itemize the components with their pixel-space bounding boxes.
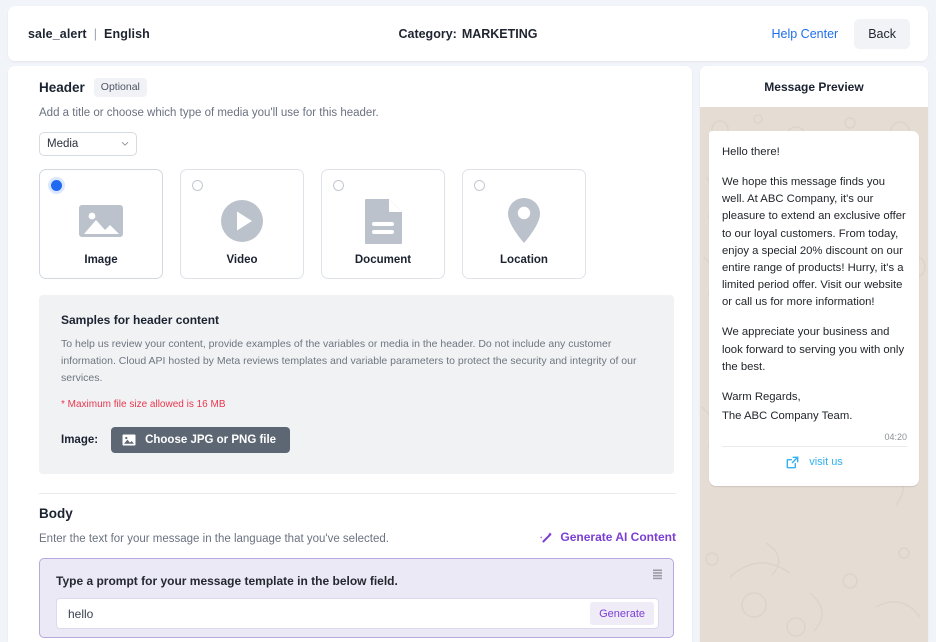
- media-option-image-label: Image: [84, 254, 118, 266]
- preview-signoff-line-1: Warm Regards,: [722, 390, 801, 403]
- media-option-video[interactable]: Video: [180, 169, 304, 279]
- chevron-down-icon: [121, 141, 129, 146]
- template-form-card: Header Optional Add a title or choose wh…: [8, 66, 692, 642]
- generate-button[interactable]: Generate: [590, 602, 654, 625]
- samples-file-label: Image:: [61, 434, 99, 446]
- preview-paragraph-greeting: Hello there!: [722, 146, 780, 158]
- category-value: MARKETING: [461, 26, 538, 41]
- header-type-select[interactable]: Media: [39, 132, 137, 156]
- category-label: Category:: [398, 26, 457, 41]
- media-option-document[interactable]: Document: [321, 169, 445, 279]
- preview-cta-visit-us[interactable]: visit us: [722, 448, 907, 476]
- media-option-location-label: Location: [500, 254, 548, 266]
- header-section-description: Add a title or choose which type of medi…: [39, 107, 379, 119]
- message-preview-title: Message Preview: [764, 79, 864, 94]
- preview-paragraph-offer: We hope this message finds you well. At …: [722, 176, 906, 309]
- header-section-heading: Header Optional: [39, 78, 677, 97]
- app-top-bar: sale_alert | English Category: MARKETING…: [8, 6, 928, 61]
- message-preview-card: Message Preview Hello there! We hope thi…: [700, 66, 928, 642]
- media-option-document-label: Document: [354, 254, 412, 266]
- image-icon: [40, 196, 162, 246]
- radio-video[interactable]: [192, 180, 203, 191]
- location-pin-icon: [463, 196, 585, 246]
- external-link-icon: [786, 456, 799, 469]
- preview-message-bubble: Hello there! We hope this message finds …: [709, 131, 919, 487]
- generate-ai-content-label: Generate AI Content: [560, 530, 676, 544]
- radio-image[interactable]: [51, 180, 62, 191]
- media-option-video-label: Video: [226, 254, 258, 266]
- choose-file-button-label: Choose JPG or PNG file: [145, 434, 277, 446]
- resize-grip-icon[interactable]: [653, 569, 662, 581]
- radio-location[interactable]: [474, 180, 485, 191]
- optional-badge: Optional: [93, 78, 147, 97]
- ai-prompt-title: Type a prompt for your message template …: [56, 574, 398, 588]
- preview-signoff-line-2: The ABC Company Team.: [722, 410, 853, 423]
- preview-cta-divider: [722, 446, 907, 448]
- samples-file-upload-row: Image: Choose JPG or PNG file: [61, 427, 652, 453]
- help-center-link[interactable]: Help Center: [772, 27, 839, 41]
- preview-cta-label: visit us: [809, 456, 843, 469]
- ai-prompt-input[interactable]: [57, 606, 591, 621]
- ai-prompt-field: Generate: [56, 598, 659, 629]
- samples-description: To help us review your content, provide …: [61, 338, 637, 384]
- media-type-options: Image Video Document Location: [39, 169, 677, 279]
- body-section-heading: Body: [39, 506, 677, 521]
- section-divider: [39, 493, 676, 494]
- video-play-icon: [181, 196, 303, 246]
- body-section-title: Body: [39, 506, 73, 521]
- body-section-description: Enter the text for your message in the l…: [39, 533, 389, 545]
- preview-paragraph-closing: We appreciate your business and look for…: [722, 326, 905, 373]
- samples-file-size-warning: * Maximum file size allowed is 16 MB: [61, 399, 226, 410]
- media-option-location[interactable]: Location: [462, 169, 586, 279]
- radio-document[interactable]: [333, 180, 344, 191]
- body-description-row: Enter the text for your message in the l…: [39, 523, 676, 545]
- message-preview-canvas: Hello there! We hope this message finds …: [700, 107, 928, 642]
- generate-ai-content-button[interactable]: Generate AI Content: [539, 530, 676, 545]
- media-option-image[interactable]: Image: [39, 169, 163, 279]
- top-bar-actions: Help Center Back: [772, 6, 910, 61]
- back-button[interactable]: Back: [854, 18, 910, 49]
- header-type-select-value: Media: [47, 138, 79, 150]
- samples-panel: Samples for header content To help us re…: [39, 295, 674, 474]
- document-icon: [322, 196, 444, 246]
- magic-wand-icon: [540, 532, 553, 543]
- samples-title: Samples for header content: [61, 313, 220, 327]
- ai-prompt-panel: Type a prompt for your message template …: [39, 558, 674, 638]
- image-icon: [122, 434, 136, 446]
- choose-file-button[interactable]: Choose JPG or PNG file: [111, 427, 291, 453]
- header-section-title: Header: [39, 80, 85, 95]
- preview-message-timestamp: 04:20: [884, 432, 907, 443]
